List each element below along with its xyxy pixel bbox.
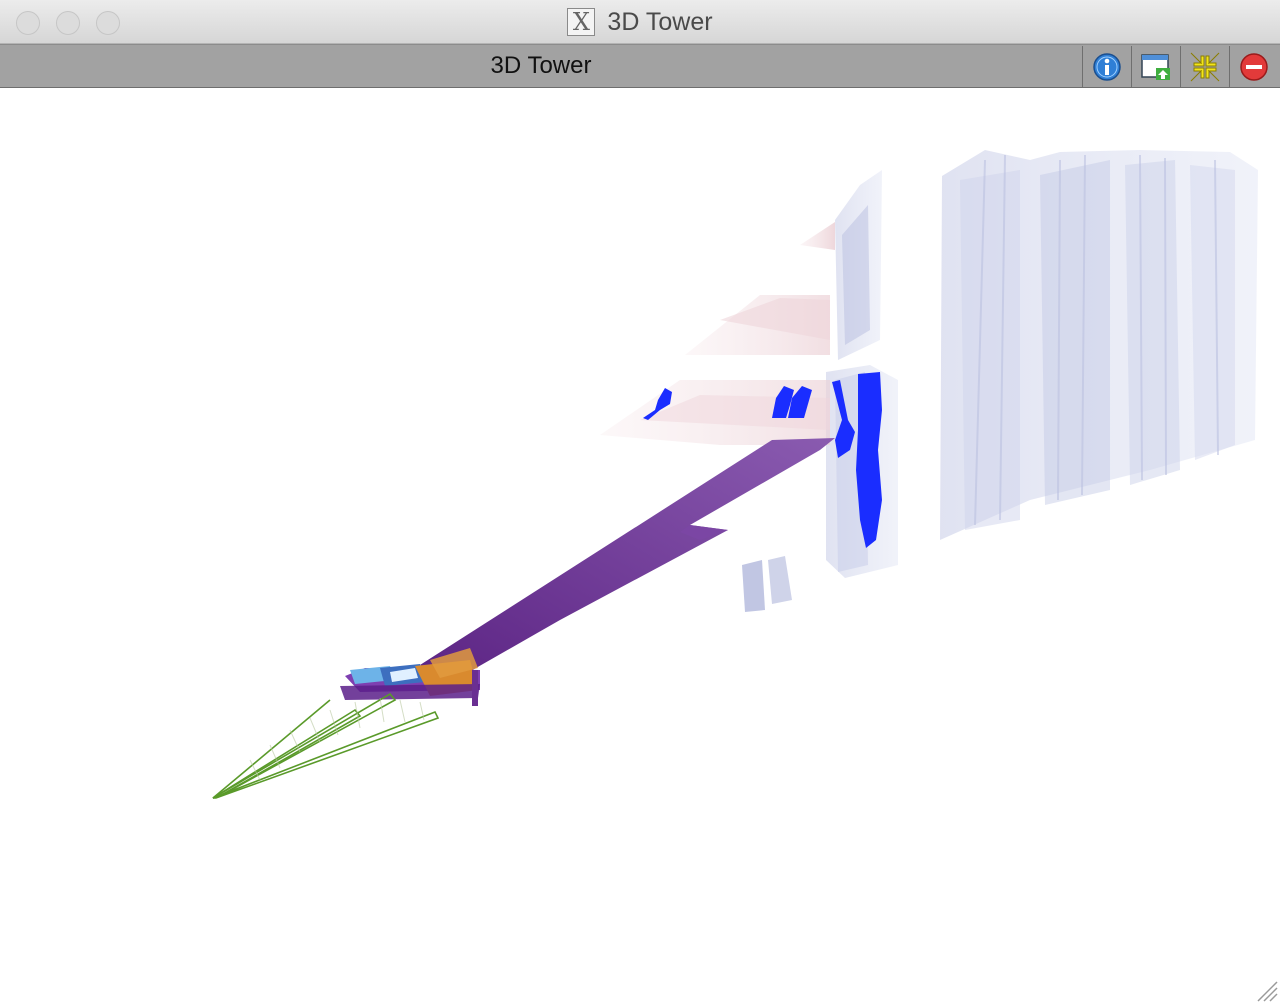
close-icon [1239, 52, 1268, 81]
window-title: X 3D Tower [0, 0, 1280, 44]
3d-scene-canvas[interactable] [0, 88, 1280, 1004]
fit-view-icon [1190, 52, 1219, 81]
window-export-icon [1140, 53, 1170, 80]
window-title-text: 3D Tower [607, 7, 713, 36]
export-window-button[interactable] [1131, 46, 1179, 87]
fit-view-button[interactable] [1180, 46, 1228, 87]
info-button[interactable] [1082, 46, 1130, 87]
toolbar-title: 3D Tower [490, 52, 592, 79]
close-view-button[interactable] [1229, 46, 1277, 87]
vertex-tracks [212, 692, 440, 799]
resize-grip-icon[interactable] [1252, 976, 1278, 1002]
vertex-hits [249, 697, 425, 781]
toolbar: 3D Tower [0, 44, 1280, 88]
info-icon [1092, 52, 1121, 81]
outer-detector-wall [940, 150, 1258, 540]
x11-app-icon: X [567, 8, 596, 36]
window-titlebar: X 3D Tower [0, 0, 1280, 44]
calorimeter-towers [340, 648, 480, 706]
